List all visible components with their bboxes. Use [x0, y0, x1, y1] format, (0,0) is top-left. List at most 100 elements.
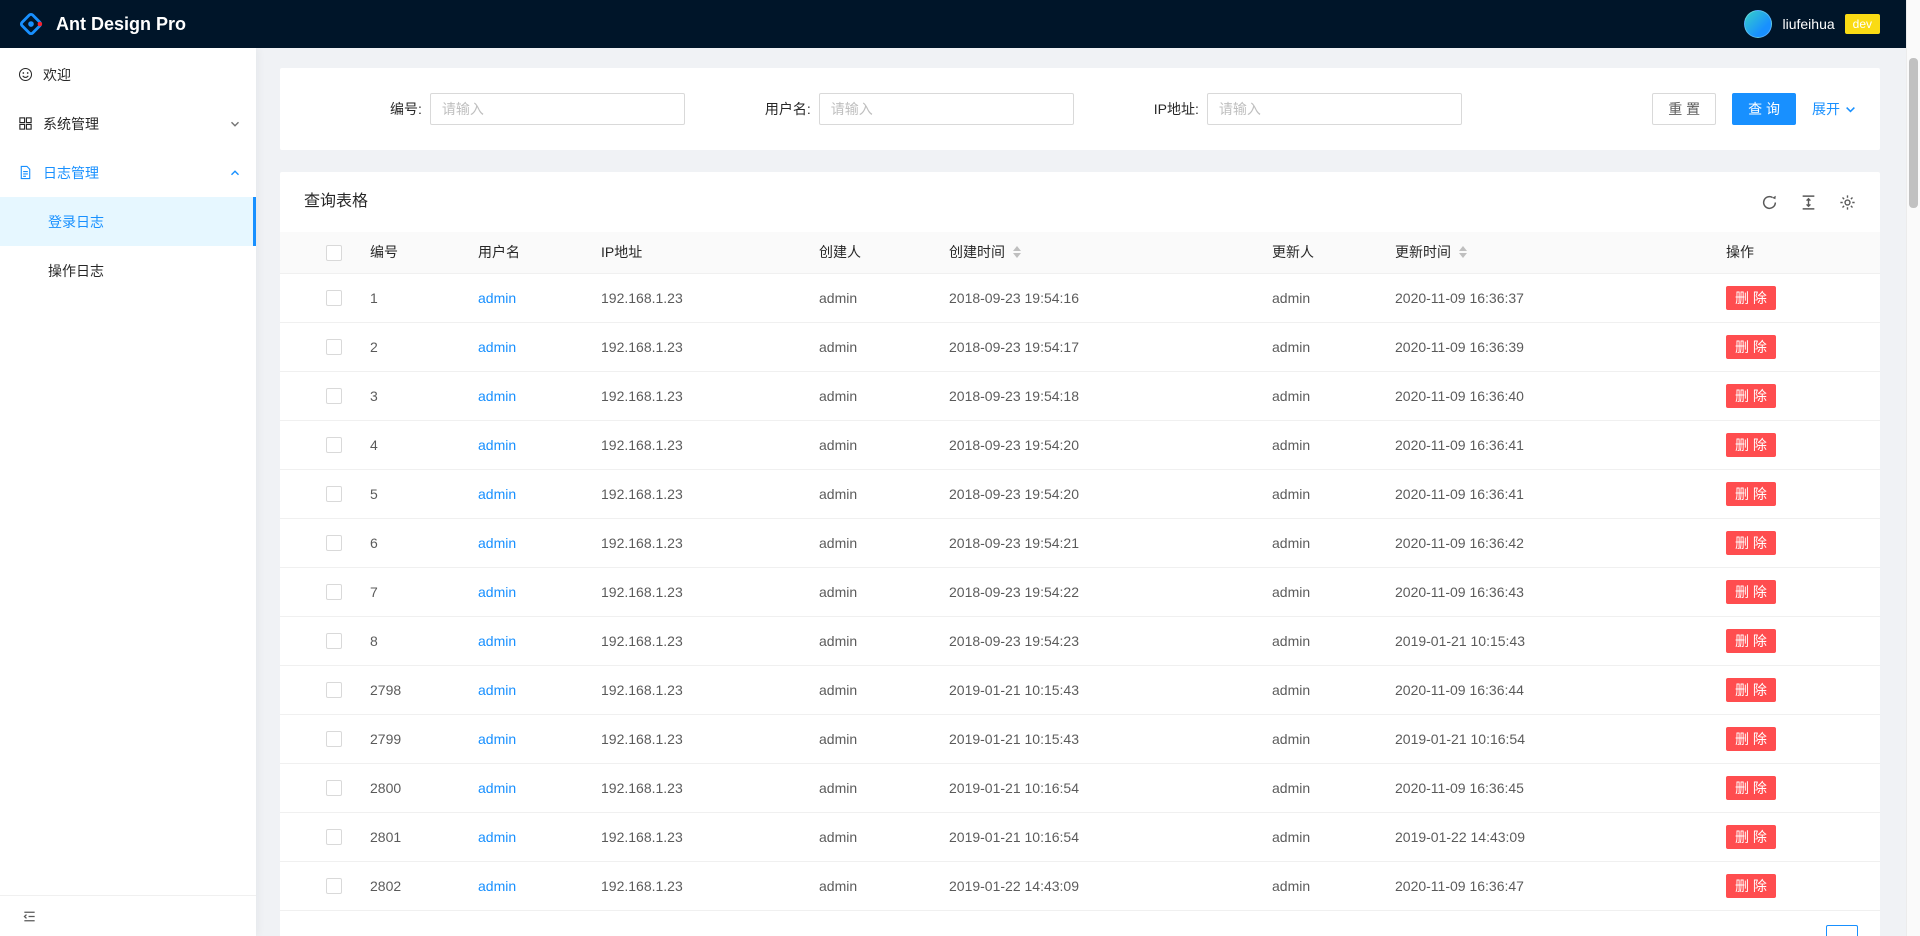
ip-input[interactable] — [1207, 93, 1462, 125]
cell-updated-time: 2020-11-09 16:36:37 — [1379, 273, 1710, 322]
select-all-cell — [280, 232, 354, 273]
query-button[interactable]: 查 询 — [1732, 93, 1796, 125]
delete-button[interactable]: 删 除 — [1726, 629, 1776, 653]
reset-button[interactable]: 重 置 — [1652, 93, 1716, 125]
scrollbar-thumb[interactable] — [1909, 58, 1918, 208]
cell-username: admin — [462, 665, 585, 714]
search-fields: 编号: 用户名: IP地址: — [390, 93, 1462, 125]
cell-action: 删 除 — [1710, 469, 1880, 518]
username-link[interactable]: admin — [478, 339, 516, 355]
table-card: 查询表格 编号 用 — [280, 172, 1880, 936]
density-icon[interactable] — [1800, 194, 1817, 211]
cell-updater: admin — [1256, 322, 1379, 371]
row-checkbox[interactable] — [326, 633, 342, 649]
row-checkbox[interactable] — [326, 339, 342, 355]
cell-id: 6 — [354, 518, 462, 567]
row-checkbox[interactable] — [326, 437, 342, 453]
row-checkbox[interactable] — [326, 388, 342, 404]
delete-button[interactable]: 删 除 — [1726, 286, 1776, 310]
search-field-username: 用户名: — [765, 93, 1074, 125]
prev-page-button[interactable]: ‹ — [1786, 925, 1818, 936]
cell-username: admin — [462, 861, 585, 910]
cell-action: 删 除 — [1710, 567, 1880, 616]
cell-updated-time: 2020-11-09 16:36:47 — [1379, 861, 1710, 910]
row-checkbox[interactable] — [326, 829, 342, 845]
row-checkbox[interactable] — [326, 780, 342, 796]
logo[interactable]: Ant Design Pro — [16, 9, 186, 39]
cell-updated-time: 2019-01-22 14:43:09 — [1379, 812, 1710, 861]
username-link[interactable]: admin — [478, 633, 516, 649]
sorter-icon[interactable] — [1459, 246, 1467, 258]
sidebar-item-system[interactable]: 系统管理 — [0, 99, 256, 148]
avatar[interactable] — [1744, 10, 1772, 38]
table-row: 7 admin 192.168.1.23 admin 2018-09-23 19… — [280, 567, 1880, 616]
cell-id: 2 — [354, 322, 462, 371]
field-label: IP地址: — [1154, 99, 1207, 119]
chevron-down-icon — [1845, 104, 1856, 115]
row-checkbox[interactable] — [326, 290, 342, 306]
delete-button[interactable]: 删 除 — [1726, 335, 1776, 359]
cell-created-time: 2018-09-23 19:54:23 — [933, 616, 1256, 665]
delete-button[interactable]: 删 除 — [1726, 580, 1776, 604]
current-page-button[interactable]: 1 — [1826, 925, 1858, 936]
delete-button[interactable]: 删 除 — [1726, 531, 1776, 555]
settings-gear-icon[interactable] — [1839, 194, 1856, 211]
username-link[interactable]: admin — [478, 584, 516, 600]
select-cell — [280, 616, 354, 665]
cell-updated-time: 2020-11-09 16:36:43 — [1379, 567, 1710, 616]
delete-button[interactable]: 删 除 — [1726, 678, 1776, 702]
delete-button[interactable]: 删 除 — [1726, 482, 1776, 506]
column-header-created[interactable]: 创建时间 — [933, 232, 1256, 273]
column-header-ip: IP地址 — [585, 232, 803, 273]
username-link[interactable]: admin — [478, 780, 516, 796]
sidebar-item-operation-log[interactable]: 操作日志 — [0, 246, 256, 295]
delete-button[interactable]: 删 除 — [1726, 874, 1776, 898]
sidebar-item-login-log[interactable]: 登录日志 — [0, 197, 256, 246]
cell-id: 2800 — [354, 763, 462, 812]
username-input[interactable] — [819, 93, 1074, 125]
username-link[interactable]: admin — [478, 290, 516, 306]
vertical-scrollbar[interactable] — [1906, 0, 1920, 936]
username-link[interactable]: admin — [478, 682, 516, 698]
sorter-icon[interactable] — [1013, 246, 1021, 258]
row-checkbox[interactable] — [326, 731, 342, 747]
cell-ip: 192.168.1.23 — [585, 812, 803, 861]
serial-input[interactable] — [430, 93, 685, 125]
cell-id: 2802 — [354, 861, 462, 910]
cell-action: 删 除 — [1710, 371, 1880, 420]
select-all-checkbox[interactable] — [326, 245, 342, 261]
column-header-updated[interactable]: 更新时间 — [1379, 232, 1710, 273]
username-link[interactable]: admin — [478, 388, 516, 404]
row-checkbox[interactable] — [326, 535, 342, 551]
row-checkbox[interactable] — [326, 486, 342, 502]
select-cell — [280, 322, 354, 371]
search-form-card: 编号: 用户名: IP地址: 重 置 查 询 展开 — [280, 68, 1880, 150]
delete-button[interactable]: 删 除 — [1726, 727, 1776, 751]
cell-username: admin — [462, 469, 585, 518]
username-link[interactable]: admin — [478, 486, 516, 502]
username-link[interactable]: admin — [478, 437, 516, 453]
username-link[interactable]: admin — [478, 878, 516, 894]
sidebar-item-logs[interactable]: 日志管理 — [0, 148, 256, 197]
sidebar-item-welcome[interactable]: 欢迎 — [0, 50, 256, 99]
search-field-serial: 编号: — [390, 93, 685, 125]
username-link[interactable]: admin — [478, 535, 516, 551]
cell-username: admin — [462, 812, 585, 861]
reload-icon[interactable] — [1761, 194, 1778, 211]
expand-link[interactable]: 展开 — [1812, 99, 1856, 119]
row-checkbox[interactable] — [326, 682, 342, 698]
table-row: 3 admin 192.168.1.23 admin 2018-09-23 19… — [280, 371, 1880, 420]
username-link[interactable]: admin — [478, 731, 516, 747]
row-checkbox[interactable] — [326, 878, 342, 894]
username[interactable]: liufeihua — [1782, 16, 1834, 32]
cell-creator: admin — [803, 616, 933, 665]
username-link[interactable]: admin — [478, 829, 516, 845]
delete-button[interactable]: 删 除 — [1726, 433, 1776, 457]
delete-button[interactable]: 删 除 — [1726, 776, 1776, 800]
menu-fold-icon[interactable] — [22, 909, 37, 924]
cell-username: admin — [462, 714, 585, 763]
cell-creator: admin — [803, 469, 933, 518]
row-checkbox[interactable] — [326, 584, 342, 600]
delete-button[interactable]: 删 除 — [1726, 825, 1776, 849]
delete-button[interactable]: 删 除 — [1726, 384, 1776, 408]
